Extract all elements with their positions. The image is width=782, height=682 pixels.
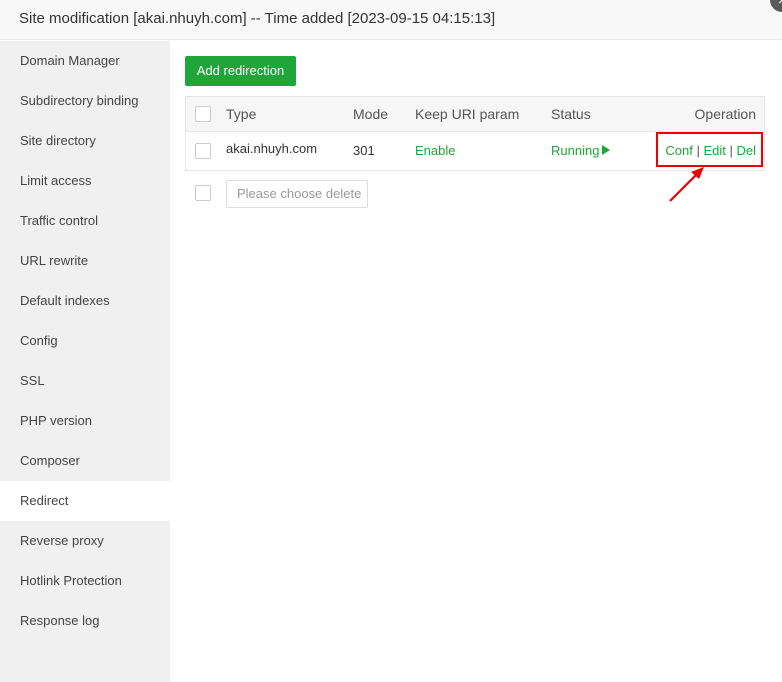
sidebar-item-url-rewrite[interactable]: URL rewrite	[0, 241, 170, 281]
sidebar-item-domain-manager[interactable]: Domain Manager	[0, 41, 170, 81]
sidebar-item-redirect[interactable]: Redirect	[0, 481, 170, 521]
dialog-titlebar: Site modification [akai.nhuyh.com] -- Ti…	[0, 0, 782, 40]
add-redirection-button[interactable]: Add redirection	[185, 56, 296, 86]
sidebar-item-limit-access[interactable]: Limit access	[0, 161, 170, 201]
row-checkbox[interactable]	[195, 143, 211, 159]
table-header: Type Mode Keep URI param Status Operatio…	[186, 97, 764, 132]
sidebar-item-config[interactable]: Config	[0, 321, 170, 361]
sidebar-item-default-indexes[interactable]: Default indexes	[0, 281, 170, 321]
sidebar-item-reverse-proxy[interactable]: Reverse proxy	[0, 521, 170, 561]
sidebar-item-site-directory[interactable]: Site directory	[0, 121, 170, 161]
sidebar-item-traffic-control[interactable]: Traffic control	[0, 201, 170, 241]
arrow-annotation-icon	[669, 167, 704, 202]
sidebar: Domain Manager Subdirectory binding Site…	[0, 41, 170, 682]
dialog-title: Site modification [akai.nhuyh.com] -- Ti…	[19, 10, 496, 27]
operation-highlight-box	[656, 132, 763, 167]
batch-delete-select[interactable]: Please choose delete	[226, 180, 368, 208]
row-status[interactable]: Running	[551, 132, 611, 170]
batch-select-checkbox[interactable]	[195, 185, 211, 201]
header-mode: Mode	[353, 106, 389, 122]
header-keep-uri: Keep URI param	[415, 106, 520, 122]
sidebar-item-hotlink-protection[interactable]: Hotlink Protection	[0, 561, 170, 601]
sidebar-item-response-log[interactable]: Response log	[0, 601, 170, 641]
row-type: akai.nhuyh.com	[226, 141, 318, 156]
select-all-checkbox[interactable]	[195, 106, 211, 122]
row-mode: 301	[353, 143, 375, 158]
sidebar-item-subdirectory-binding[interactable]: Subdirectory binding	[0, 81, 170, 121]
sidebar-item-ssl[interactable]: SSL	[0, 361, 170, 401]
header-status: Status	[551, 106, 591, 122]
sidebar-item-composer[interactable]: Composer	[0, 441, 170, 481]
status-label: Running	[551, 143, 600, 158]
main-panel: Add redirection Type Mode Keep URI param…	[170, 41, 782, 682]
header-type: Type	[226, 106, 257, 122]
header-operation: Operation	[694, 106, 756, 122]
sidebar-item-php-version[interactable]: PHP version	[0, 401, 170, 441]
play-icon	[602, 145, 611, 155]
row-keep-uri: Enable	[415, 143, 456, 158]
